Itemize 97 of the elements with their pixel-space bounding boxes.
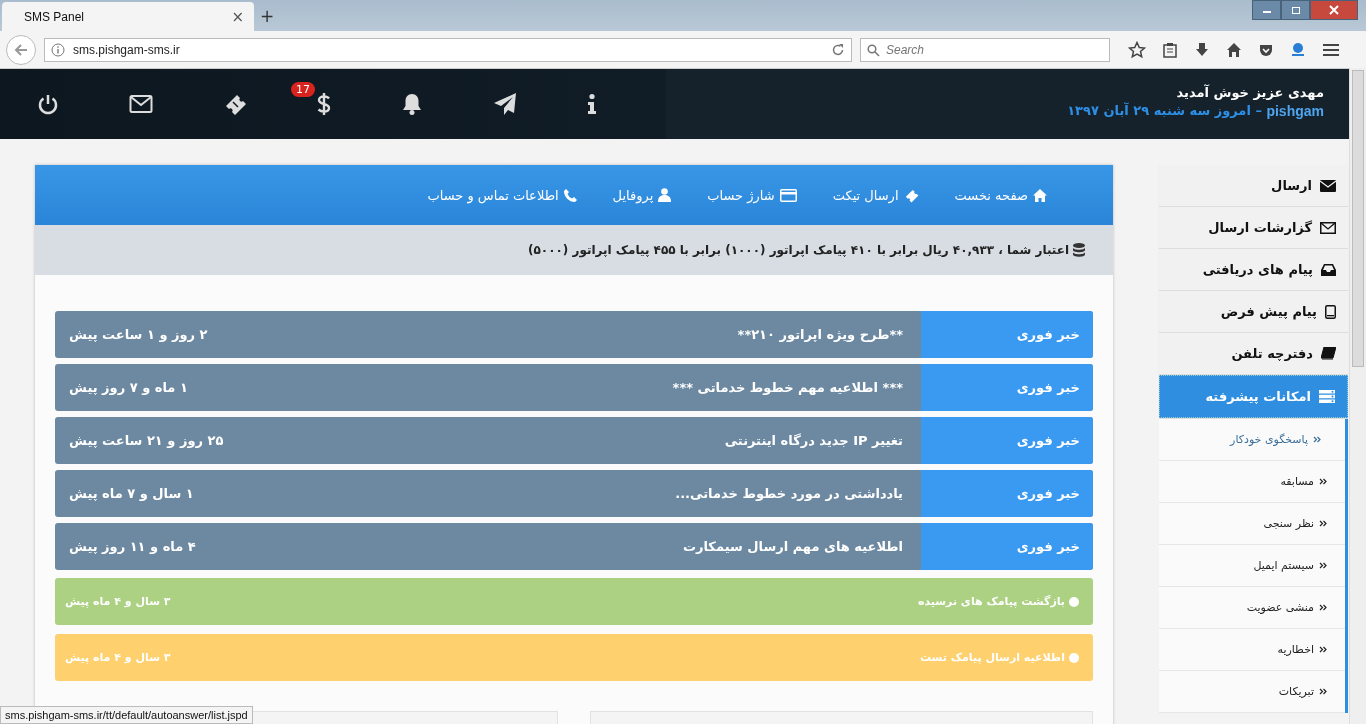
nav-link[interactable]: اطلاعات تماس و حساب (427, 187, 577, 203)
date-text: – امروز سه شنبه ۲۹ آبان ۱۳۹۷ (1067, 103, 1263, 119)
close-button[interactable] (1310, 0, 1358, 20)
status-url: sms.pishgam-sms.ir/tt/default/autoanswer/list.jspd (0, 706, 253, 724)
nav-link[interactable]: شارژ حساب (707, 187, 797, 203)
news-title: *** اطلاعیه مهم خطوط خدماتی *** (671, 380, 904, 395)
download-icon[interactable] (1194, 41, 1210, 58)
submenu-item[interactable]: تبریکات (1159, 671, 1345, 713)
power-icon[interactable] (37, 93, 59, 115)
news-row[interactable]: خبر فوری تغییر IP جدید درگاه اینترنتی ۲۵ روز و ۲۱ ساعت پیش (55, 417, 1093, 464)
chevron-icon (1319, 478, 1327, 485)
home-icon (1033, 188, 1047, 202)
credit-text: اعتبار شما ، ۴۰,۹۳۳ ریال برابر با ۴۱۰ پیامک اپراتور (۱۰۰۰) برابر با ۴۵۵ پیامک اپراتور (۵۰۰۰) (528, 243, 1069, 257)
news-time: ۱ ماه و ۷ روز پیش (68, 380, 188, 395)
close-icon (1329, 5, 1339, 15)
news-row[interactable]: خبر فوری *** اطلاعیه مهم خطوط خدماتی *** ۱ ماه و ۷ روز پیش (55, 364, 1093, 411)
alert-time: ۳ سال و ۴ ماه پیش (65, 651, 171, 664)
news-row[interactable]: خبر فوری **طرح ویژه اپراتور ۲۱۰** ۲ روز و ۱ ساعت پیش (55, 311, 1093, 358)
news-title: یادداشتی در مورد خطوط خدماتی... (674, 486, 904, 501)
news-tag: خبر فوری (921, 311, 1093, 358)
submenu-item[interactable]: پاسخگوی خودکار (1159, 419, 1345, 461)
mail-icon[interactable] (129, 94, 153, 114)
submenu-item[interactable]: اخطاریه (1159, 629, 1345, 671)
news-tag: خبر فوری (921, 417, 1093, 464)
submenu-item[interactable]: مسابقه (1159, 461, 1345, 503)
envelope-icon (1320, 221, 1336, 234)
chevron-icon (1313, 436, 1321, 443)
sidebar-item[interactable]: پیام های دریافتی (1159, 249, 1348, 290)
news-title: تغییر IP جدید درگاه اینترنتی (723, 433, 904, 448)
submenu-item[interactable]: منشی عضویت (1159, 587, 1345, 629)
chevron-icon (1319, 604, 1327, 611)
book-icon (1321, 347, 1336, 360)
back-button[interactable] (6, 34, 36, 65)
url-text: sms.pishgam-sms.ir (73, 42, 181, 57)
list-icon (1319, 390, 1335, 403)
news-title: اطلاعیه های مهم ارسال سیمکارت (681, 539, 904, 554)
news-tag: خبر فوری (921, 523, 1093, 570)
database-icon (1073, 243, 1085, 257)
home-icon[interactable] (1226, 41, 1242, 58)
news-title: **طرح ویژه اپراتور ۲۱۰** (736, 327, 904, 342)
user-icon (658, 188, 672, 202)
nav-link[interactable]: پروفایل (612, 187, 672, 203)
tablet-icon (1325, 304, 1336, 319)
news-time: ۲۵ روز و ۲۱ ساعت پیش (68, 433, 224, 448)
alert-title: بازگشت پیامک های نرسیده (916, 595, 1065, 608)
info-icon[interactable] (587, 93, 597, 115)
notification-badge: 17 (291, 82, 315, 97)
news-row[interactable]: خبر فوری یادداشتی در مورد خطوط خدماتی... ۱ سال و ۷ ماه پیش (55, 470, 1093, 517)
news-row[interactable]: خبر فوری اطلاعیه های مهم ارسال سیمکارت ۴ ماه و ۱۱ روز پیش (55, 523, 1093, 570)
submenu-item[interactable]: سیستم ایمیل (1159, 545, 1345, 587)
chevron-icon (1319, 520, 1327, 527)
news-time: ۴ ماه و ۱۱ روز پیش (68, 539, 196, 554)
dollar-icon[interactable] (317, 92, 331, 116)
bullet-icon (1069, 596, 1079, 607)
news-time: ۱ سال و ۷ ماه پیش (68, 486, 194, 501)
bullet-icon (1069, 652, 1079, 663)
alert-time: ۳ سال و ۴ ماه پیش (65, 595, 171, 608)
address-bar[interactable]: sms.pishgam-sms.ir (44, 37, 852, 62)
envelope-icon (1320, 179, 1336, 192)
star-icon[interactable] (1128, 40, 1146, 59)
sidebar-item[interactable]: دفترچه تلفن (1159, 333, 1348, 374)
info-icon (51, 42, 65, 57)
chevron-icon (1319, 646, 1327, 653)
paper-plane-icon[interactable] (493, 92, 517, 116)
ticket-icon (903, 187, 919, 203)
extension-icon[interactable] (1290, 41, 1306, 58)
reload-icon[interactable] (831, 42, 845, 57)
maximize-button[interactable] (1281, 0, 1310, 20)
sidebar-item[interactable]: گزارشات ارسال (1159, 207, 1348, 248)
tab-title: SMS Panel (24, 9, 85, 24)
clipboard-icon[interactable] (1162, 41, 1178, 58)
nav-link[interactable]: ارسال تیکت (832, 187, 919, 203)
minimize-button[interactable] (1252, 0, 1281, 20)
welcome-text: مهدی عزیز خوش آمدید (1175, 85, 1324, 100)
nav-link[interactable]: صفحه نخست (954, 187, 1047, 203)
chevron-icon (1319, 562, 1327, 569)
back-arrow-icon (13, 41, 29, 58)
scrollbar[interactable] (1349, 68, 1366, 724)
sidebar-item[interactable]: ارسال (1159, 165, 1348, 206)
sidebar-item[interactable]: پیام پیش فرض (1159, 291, 1348, 332)
search-field[interactable]: Search (860, 37, 1110, 62)
news-time: ۲ روز و ۱ ساعت پیش (68, 327, 208, 342)
phone-icon (563, 188, 577, 202)
inbox-icon (1321, 263, 1336, 276)
alert-title: اطلاعیه ارسال پیامک تست (918, 651, 1065, 664)
news-tag: خبر فوری (921, 364, 1093, 411)
new-tab-button[interactable]: + (260, 6, 275, 26)
browser-tab[interactable]: SMS Panel × (2, 2, 254, 31)
maximize-icon (1290, 5, 1301, 15)
chevron-icon (1319, 688, 1327, 695)
credit-card-icon (779, 188, 797, 202)
menu-icon[interactable] (1322, 41, 1340, 58)
username-link[interactable]: pishgam (1266, 103, 1324, 119)
news-tag: خبر فوری (921, 470, 1093, 517)
bell-icon[interactable] (401, 92, 423, 116)
tab-close-button[interactable]: × (231, 7, 244, 26)
submenu-item[interactable]: نظر سنجی (1159, 503, 1345, 545)
